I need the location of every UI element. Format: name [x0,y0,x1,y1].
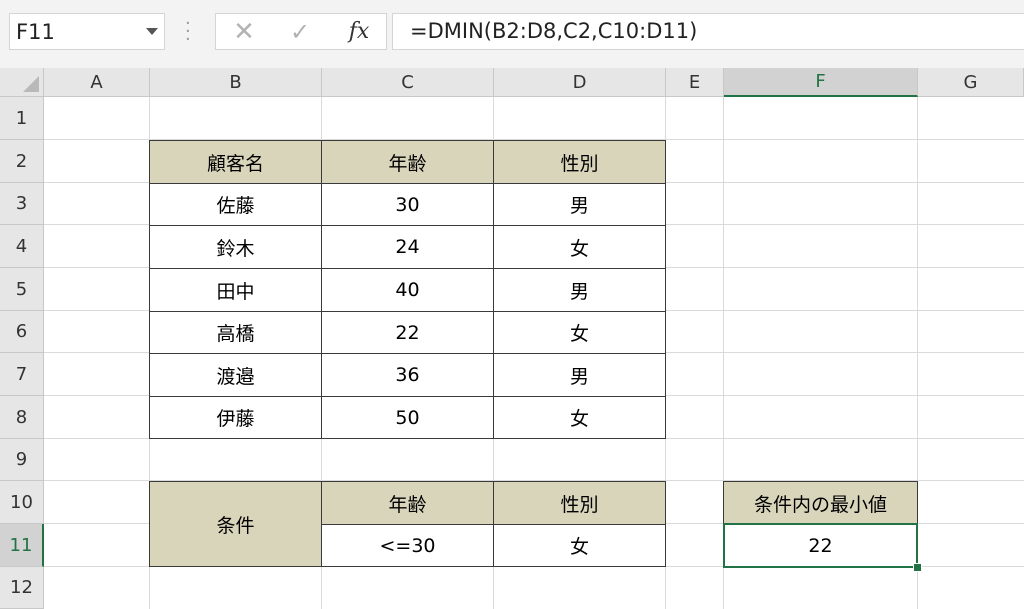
formula-bar: F11 · · · ✕ ✓ fx =DMIN(B2:D8,C2,C10:D11) [0,0,1024,68]
table-cell-name[interactable]: 伊藤 [149,396,322,439]
row-header-12[interactable]: 12 [0,567,44,609]
row-header-10[interactable]: 10 [0,481,44,524]
table-header-name[interactable]: 顧客名 [149,140,322,184]
table-cell-gender[interactable]: 男 [493,353,666,397]
name-box-value: F11 [16,20,55,44]
name-box[interactable]: F11 [9,13,165,50]
table-cell-name[interactable]: 佐藤 [149,183,322,226]
table-cell-age[interactable]: 30 [321,183,494,226]
result-value[interactable]: 22 [723,523,918,568]
criteria-value-gender[interactable]: 女 [493,524,666,567]
row-header-6[interactable]: 6 [0,311,44,353]
row-header-11[interactable]: 11 [0,524,44,567]
insert-function-button[interactable]: fx [342,14,376,49]
row-header-7[interactable]: 7 [0,353,44,396]
formula-text: =DMIN(B2:D8,C2,C10:D11) [410,19,698,43]
fill-handle[interactable] [913,563,922,572]
table-cell-age[interactable]: 50 [321,396,494,439]
table-cell-gender[interactable]: 女 [493,396,666,439]
table-header-age[interactable]: 年齢 [321,140,494,184]
criteria-value-age[interactable]: <=30 [321,524,494,567]
row-header-3[interactable]: 3 [0,183,44,225]
row-header-9[interactable]: 9 [0,439,44,481]
column-header-f[interactable]: F [724,68,918,97]
result-label[interactable]: 条件内の最小値 [723,481,918,525]
table-cell-age[interactable]: 36 [321,353,494,397]
column-header-e[interactable]: E [666,68,724,97]
enter-icon[interactable]: ✓ [286,14,314,49]
row-header-5[interactable]: 5 [0,268,44,311]
row-header-8[interactable]: 8 [0,396,44,439]
column-header-c[interactable]: C [322,68,494,97]
formula-buttons: ✕ ✓ fx [215,13,387,50]
formula-input[interactable]: =DMIN(B2:D8,C2,C10:D11) [392,13,1024,50]
criteria-header-age[interactable]: 年齢 [321,481,494,525]
cancel-icon[interactable]: ✕ [230,14,258,49]
table-cell-age[interactable]: 22 [321,311,494,354]
criteria-label[interactable]: 条件 [149,481,322,567]
drag-handle-icon[interactable]: · · · [185,15,191,49]
table-cell-name[interactable]: 田中 [149,268,322,312]
select-all-icon [23,76,39,92]
table-cell-name[interactable]: 高橋 [149,311,322,354]
table-cell-name[interactable]: 渡邉 [149,353,322,397]
table-cell-age[interactable]: 24 [321,225,494,269]
column-header-d[interactable]: D [494,68,666,97]
table-cell-name[interactable]: 鈴木 [149,225,322,269]
chevron-down-icon[interactable] [146,28,158,35]
table-cell-age[interactable]: 40 [321,268,494,312]
criteria-header-gender[interactable]: 性別 [493,481,666,525]
column-header-a[interactable]: A [44,68,150,97]
row-header-1[interactable]: 1 [0,97,44,140]
table-cell-gender[interactable]: 男 [493,183,666,226]
table-cell-gender[interactable]: 女 [493,311,666,354]
column-header-b[interactable]: B [150,68,322,97]
select-all-button[interactable] [0,68,44,97]
column-header-g[interactable]: G [918,68,1024,97]
table-header-gender[interactable]: 性別 [493,140,666,184]
table-cell-gender[interactable]: 女 [493,225,666,269]
row-header-4[interactable]: 4 [0,225,44,268]
table-cell-gender[interactable]: 男 [493,268,666,312]
row-header-2[interactable]: 2 [0,140,44,183]
